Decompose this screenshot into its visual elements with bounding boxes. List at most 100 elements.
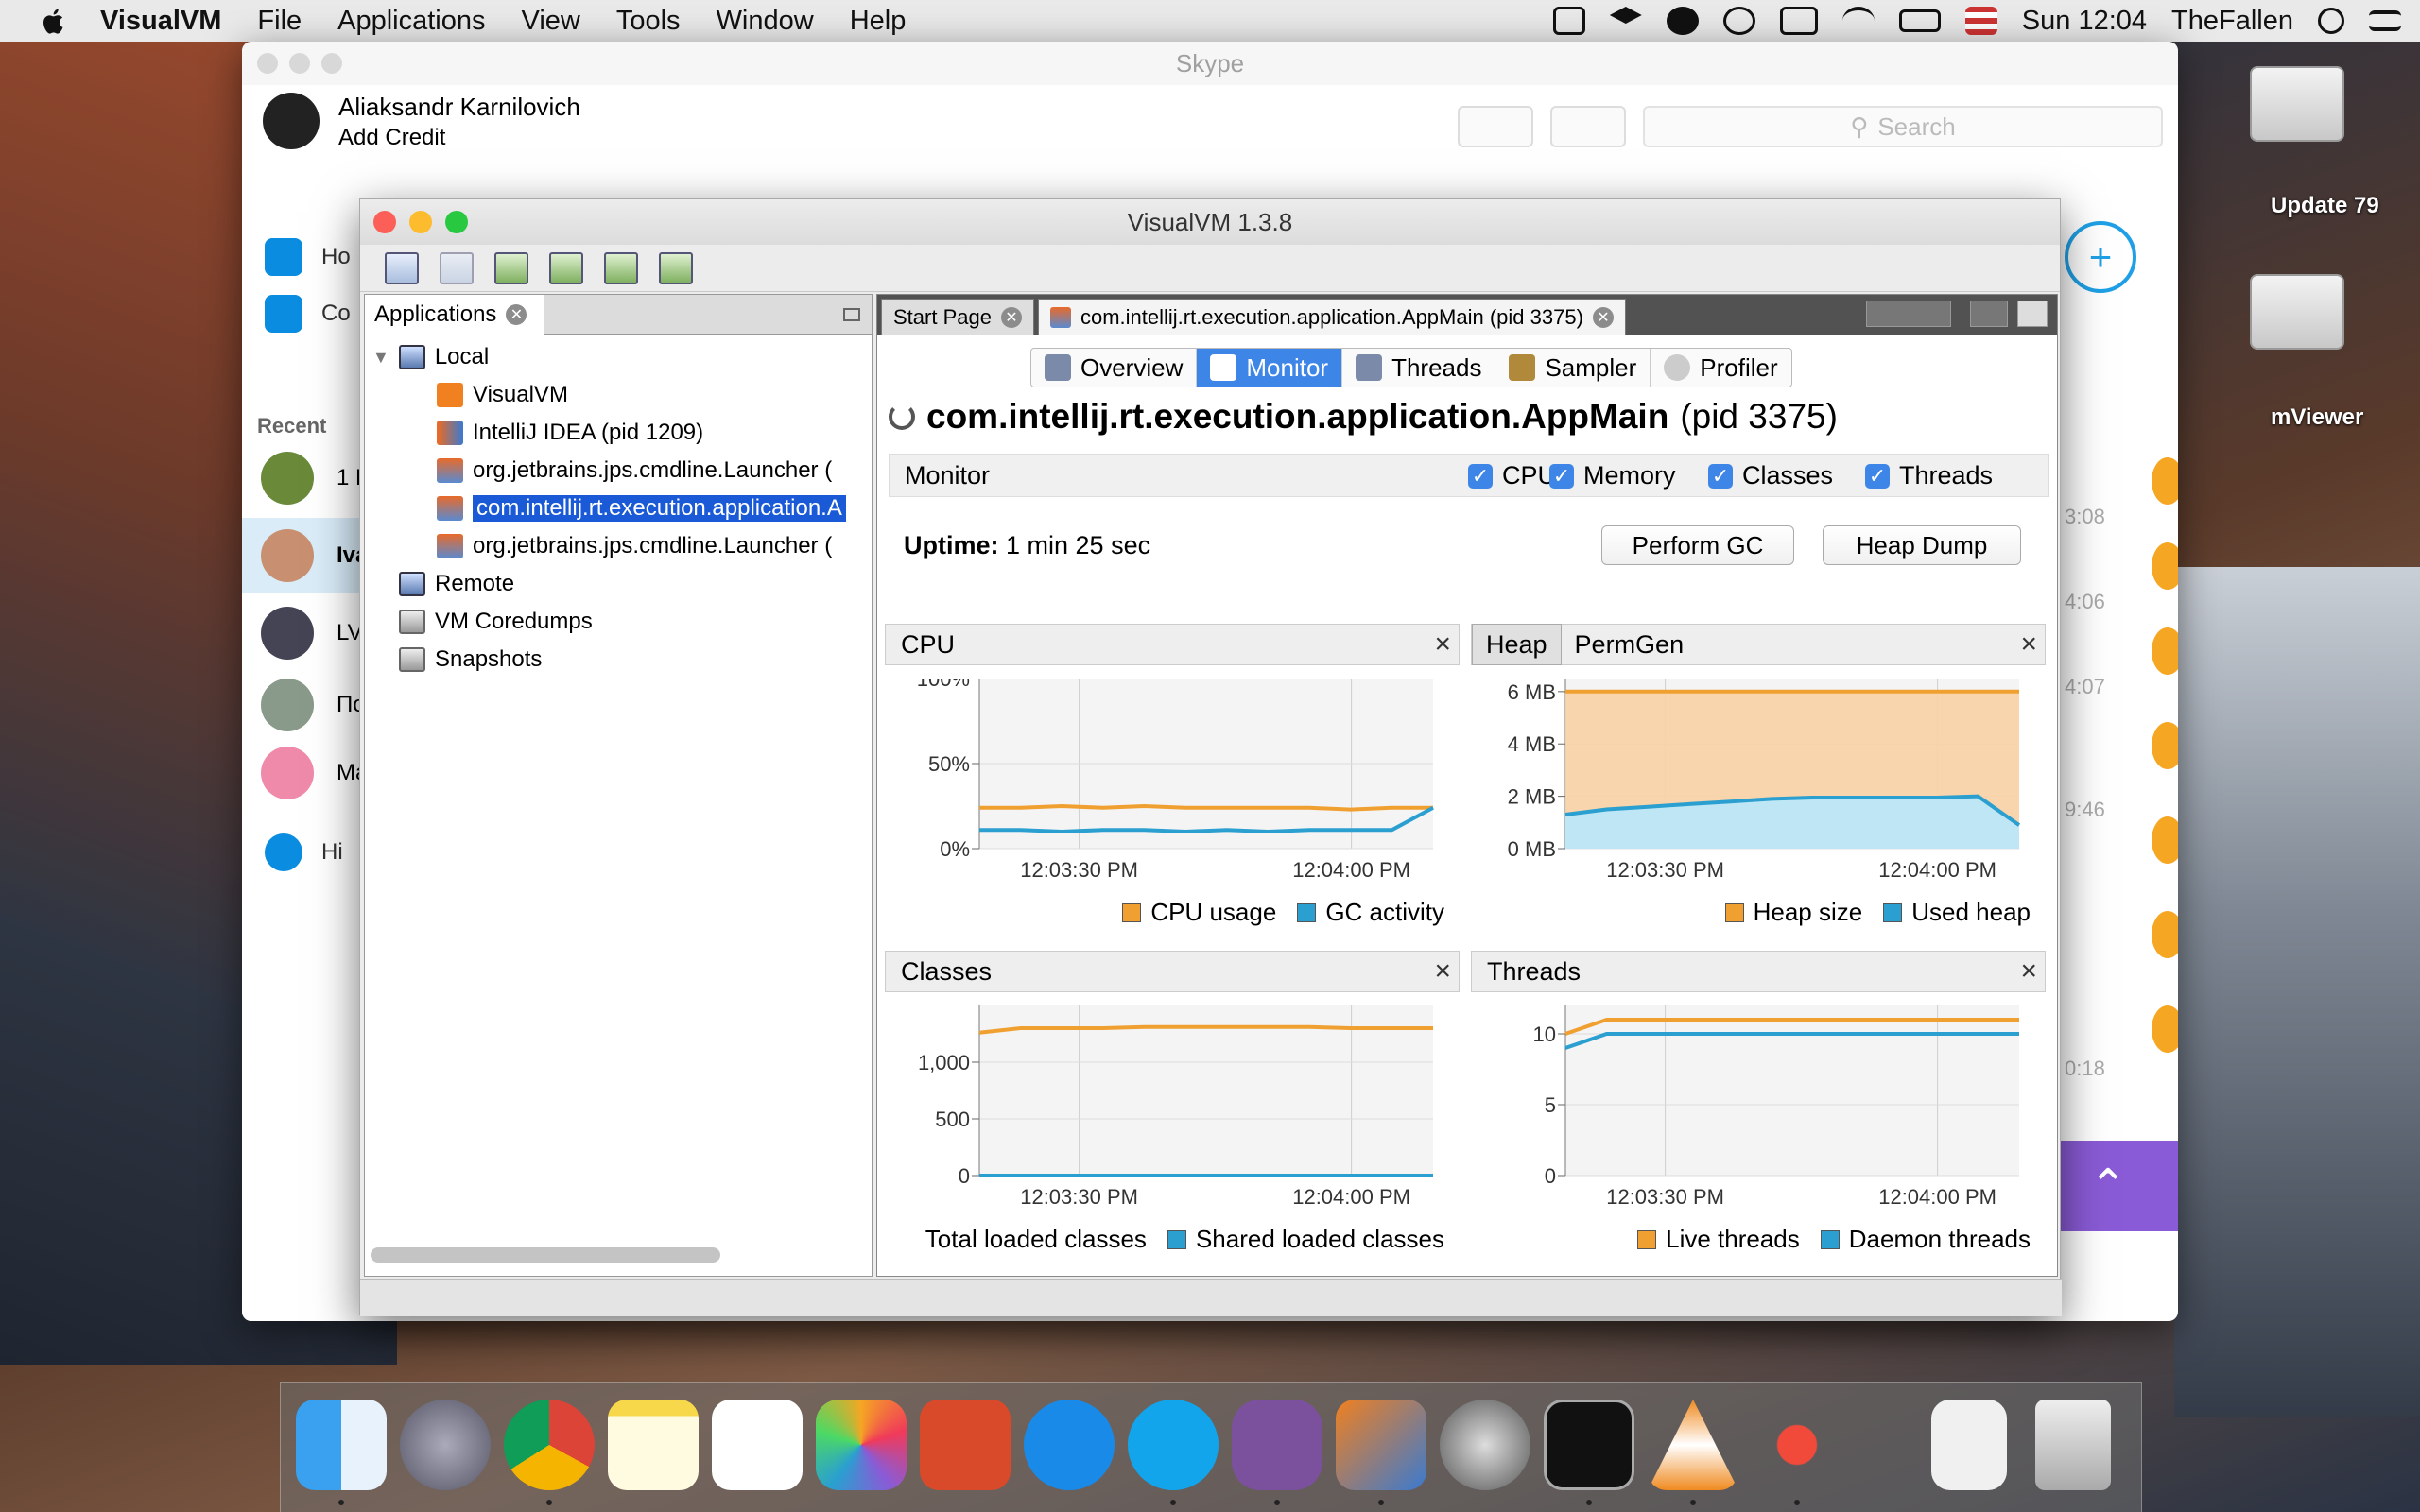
- chrome-icon[interactable]: [504, 1400, 595, 1490]
- zoom-icon[interactable]: [321, 53, 342, 74]
- drive-icon[interactable]: [2250, 66, 2344, 142]
- compose-icon[interactable]: [1458, 106, 1533, 147]
- expand-triangle-icon[interactable]: ▼: [372, 348, 389, 368]
- menu-help[interactable]: Help: [850, 6, 907, 37]
- menu-applications[interactable]: Applications: [337, 6, 485, 37]
- terminal-icon[interactable]: [1544, 1400, 1634, 1490]
- tab-applications[interactable]: Applications ✕: [365, 294, 544, 335]
- menu-tools[interactable]: Tools: [616, 6, 681, 37]
- open-snapshot-icon[interactable]: [385, 251, 419, 284]
- add-remote-host-icon[interactable]: [494, 251, 528, 284]
- tab-threads[interactable]: Threads: [1342, 349, 1496, 387]
- add-jmx-connection-icon[interactable]: [549, 251, 583, 284]
- list-icon[interactable]: [2369, 10, 2401, 31]
- remote-desktop-icon[interactable]: [920, 1400, 1011, 1490]
- cpu-checkbox[interactable]: ✓ CPU: [1468, 461, 1556, 490]
- battery-icon[interactable]: [1898, 9, 1941, 32]
- close-icon[interactable]: ×: [2020, 628, 2037, 661]
- visualvm-icon[interactable]: [1336, 1400, 1426, 1490]
- clock[interactable]: Sun 12:04: [2022, 6, 2147, 37]
- avatar[interactable]: [263, 93, 320, 149]
- tab-appmain[interactable]: com.intellij.rt.execution.application.Ap…: [1037, 299, 1626, 335]
- skype-icon[interactable]: [1128, 1400, 1219, 1490]
- drive-icon[interactable]: [2250, 274, 2344, 350]
- tree-node-intellij[interactable]: IntelliJ IDEA (pid 1209): [437, 420, 703, 446]
- close-icon[interactable]: ×: [2020, 955, 2037, 988]
- tab-start-page[interactable]: Start Page ✕: [881, 299, 1034, 335]
- chat-bubble-icon[interactable]: [1666, 7, 1699, 35]
- close-icon[interactable]: [257, 53, 278, 74]
- avatar[interactable]: [261, 679, 314, 731]
- add-snapshot-icon[interactable]: [659, 251, 693, 284]
- close-icon[interactable]: [373, 211, 396, 233]
- menu-view[interactable]: View: [522, 6, 580, 37]
- tree-node-appmain[interactable]: com.intellij.rt.execution.application.A: [437, 495, 846, 522]
- finder-icon[interactable]: [296, 1400, 387, 1490]
- close-icon[interactable]: ×: [1434, 628, 1451, 661]
- close-icon[interactable]: ✕: [1000, 306, 1022, 328]
- minimize-icon[interactable]: [409, 211, 432, 233]
- tab-list-dropdown[interactable]: [1970, 301, 2008, 327]
- maximize-icon[interactable]: [2017, 301, 2048, 327]
- heap-dump-button[interactable]: Heap Dump: [1823, 525, 2021, 565]
- menu-file[interactable]: File: [257, 6, 302, 37]
- tree-node-coredumps[interactable]: VM Coredumps: [399, 609, 593, 635]
- reminders-icon[interactable]: [712, 1400, 803, 1490]
- molecule-app-icon[interactable]: [1752, 1400, 1842, 1490]
- tree-node-remote[interactable]: Remote: [399, 571, 514, 597]
- tab-scroll-arrows[interactable]: [1866, 301, 1951, 327]
- group-avatar[interactable]: [261, 747, 314, 799]
- minimize-panel-icon[interactable]: [843, 307, 860, 321]
- avatar[interactable]: [261, 452, 314, 505]
- add-contact-button[interactable]: +: [2065, 221, 2136, 293]
- us-flag-icon[interactable]: [1964, 7, 1997, 35]
- tree-node-visualvm[interactable]: VisualVM: [437, 382, 568, 408]
- viber-icon[interactable]: [1722, 7, 1755, 35]
- tab-overview[interactable]: Overview: [1031, 349, 1198, 387]
- tree-node-launcher[interactable]: org.jetbrains.jps.cmdline.Launcher (: [437, 457, 832, 484]
- trash-icon[interactable]: [2035, 1400, 2111, 1490]
- tree-node-snapshots[interactable]: Snapshots: [399, 646, 542, 673]
- perform-gc-button[interactable]: Perform GC: [1601, 525, 1794, 565]
- horizontal-scrollbar[interactable]: [371, 1247, 720, 1263]
- minimize-icon[interactable]: [289, 53, 310, 74]
- avatar[interactable]: [261, 529, 314, 582]
- tree-node-launcher[interactable]: org.jetbrains.jps.cmdline.Launcher (: [437, 533, 832, 559]
- check-shield-icon[interactable]: [1552, 7, 1585, 35]
- user-name[interactable]: TheFallen: [2171, 6, 2293, 37]
- photos-icon[interactable]: [816, 1400, 907, 1490]
- notes-icon[interactable]: [608, 1400, 699, 1490]
- zoom-icon[interactable]: [445, 211, 468, 233]
- viber-icon[interactable]: [1232, 1400, 1322, 1490]
- dialpad-icon[interactable]: [1550, 106, 1626, 147]
- app-store-icon[interactable]: [1024, 1400, 1115, 1490]
- close-icon[interactable]: ✕: [506, 303, 527, 325]
- menu-app-name[interactable]: VisualVM: [100, 6, 221, 37]
- add-credit-link[interactable]: Add Credit: [338, 125, 445, 151]
- memory-checkbox[interactable]: ✓ Memory: [1549, 461, 1676, 490]
- avatar[interactable]: [261, 607, 314, 660]
- launchpad-icon[interactable]: [400, 1400, 491, 1490]
- airplay-icon[interactable]: [1779, 7, 1818, 35]
- sidebar-item-home[interactable]: Ho: [265, 238, 351, 276]
- vlc-icon[interactable]: [1648, 1400, 1738, 1490]
- save-icon[interactable]: [440, 251, 474, 284]
- tab-heap[interactable]: Heap: [1472, 624, 1562, 665]
- threads-checkbox[interactable]: ✓ Threads: [1865, 461, 1993, 490]
- sidebar-item-history[interactable]: Hi: [265, 833, 343, 871]
- tab-permgen[interactable]: PermGen: [1562, 624, 1698, 665]
- tab-monitor[interactable]: Monitor: [1197, 349, 1343, 387]
- system-preferences-icon[interactable]: [1440, 1400, 1530, 1490]
- close-icon[interactable]: ×: [1434, 955, 1451, 988]
- wifi-icon[interactable]: [1841, 7, 1875, 35]
- search-input[interactable]: ⚲ Search: [1643, 106, 2163, 147]
- documents-icon[interactable]: [1931, 1400, 2007, 1490]
- dropbox-icon[interactable]: [1609, 7, 1642, 24]
- search-icon[interactable]: [2318, 8, 2344, 34]
- sidebar-item-contacts[interactable]: Co: [265, 295, 351, 333]
- tab-sampler[interactable]: Sampler: [1495, 349, 1651, 387]
- apple-icon[interactable]: [38, 7, 72, 35]
- skype-user-name[interactable]: Aliaksandr Karnilovich: [338, 93, 580, 122]
- close-icon[interactable]: ✕: [1592, 306, 1614, 328]
- classes-checkbox[interactable]: ✓ Classes: [1708, 461, 1833, 490]
